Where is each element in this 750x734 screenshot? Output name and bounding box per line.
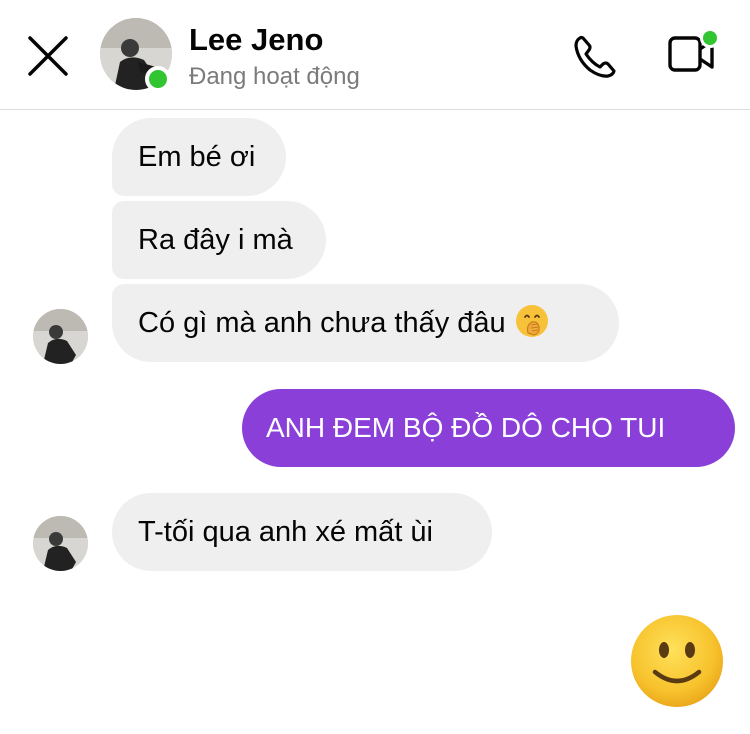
active-status: Đang hoạt động (189, 63, 360, 90)
voice-call-button[interactable] (570, 30, 622, 82)
contact-name[interactable]: Lee Jeno (189, 22, 323, 58)
message-text: Có gì mà anh chưa thấy đâu (138, 307, 506, 339)
close-button[interactable] (20, 28, 76, 84)
phone-icon (574, 35, 616, 78)
incoming-message[interactable]: Ra đây i mà (112, 201, 326, 279)
contact-avatar-small[interactable] (33, 309, 88, 364)
outgoing-message[interactable]: ANH ĐEM BỘ ĐỒ DÔ CHO TUI (242, 389, 735, 467)
slightly-smiling-face-icon (631, 615, 723, 707)
outgoing-emoji-message[interactable] (628, 612, 726, 710)
incoming-message[interactable]: T-tối qua anh xé mất ùi (112, 493, 492, 571)
incoming-message[interactable]: Em bé ơi (112, 118, 286, 196)
close-icon (28, 36, 68, 76)
online-indicator (145, 66, 171, 92)
chat-header: Lee Jeno Đang hoạt động (0, 0, 750, 110)
video-online-indicator (700, 28, 720, 48)
contact-avatar-small[interactable] (33, 516, 88, 571)
incoming-message[interactable]: Có gì mà anh chưa thấy đâu (112, 284, 619, 362)
face-with-hand-over-mouth-icon (515, 305, 548, 338)
